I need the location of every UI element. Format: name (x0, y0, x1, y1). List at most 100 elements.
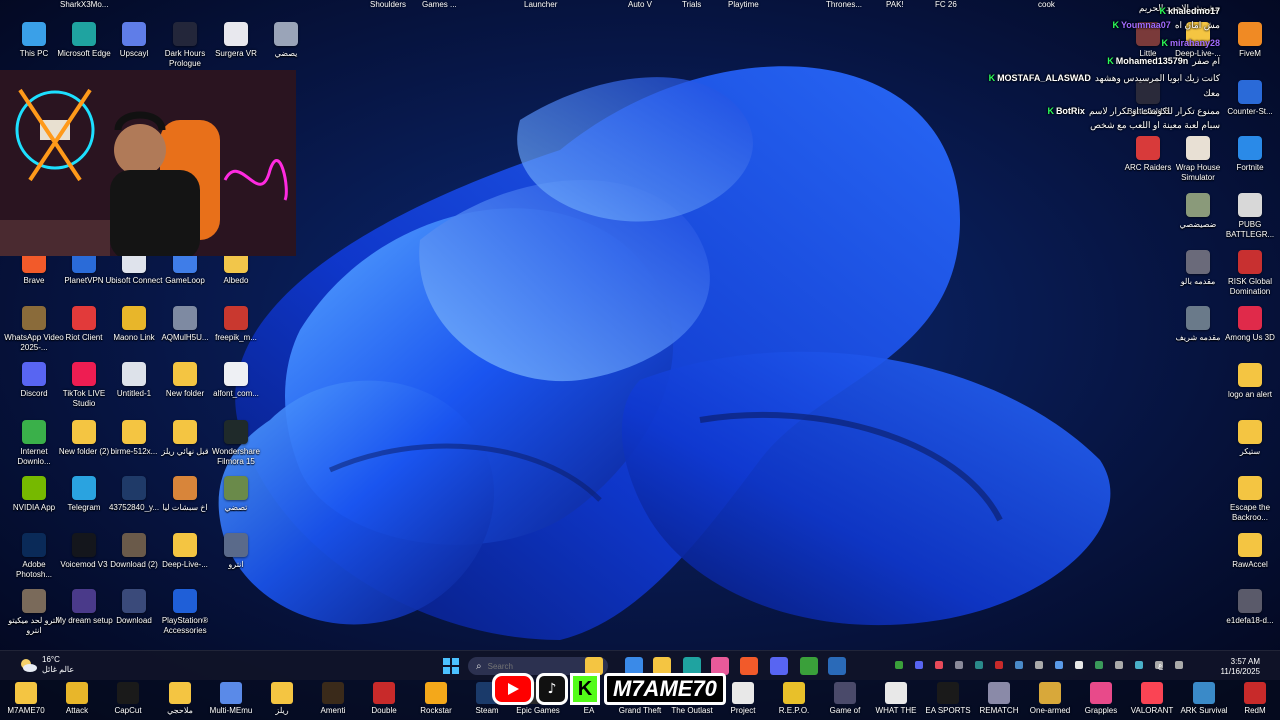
system-tray-icon[interactable] (1095, 661, 1103, 669)
desktop-shortcut[interactable]: PUBG BATTLEGR... (1222, 193, 1278, 240)
desktop-shortcut[interactable]: PlayStation® Accessories (157, 589, 213, 636)
desktop-shortcut[interactable]: Wondershare Filmora 15 (208, 420, 264, 467)
desktop-shortcut[interactable]: Dark Hours Prologue (157, 22, 213, 69)
bottom-shortcut-label: EA SPORTS (925, 706, 971, 715)
desktop-shortcut[interactable]: مقدمه بالو (1170, 250, 1226, 287)
desktop-shortcut[interactable]: 43752840_y... (106, 476, 162, 513)
desktop-shortcut[interactable]: Download (2) (106, 533, 162, 570)
system-tray-icon[interactable] (895, 661, 903, 669)
system-tray-icon[interactable] (1175, 661, 1183, 669)
bottom-shortcut[interactable]: R.E.P.O. (768, 682, 820, 715)
desktop-shortcut[interactable]: Fortnite (1222, 136, 1278, 173)
desktop-shortcut[interactable]: Counter-St... (1222, 80, 1278, 117)
desktop-shortcut[interactable]: Adobe Photosh... (6, 533, 62, 580)
desktop-icon-label[interactable]: SharkX3Mo... (60, 0, 108, 9)
system-clock[interactable]: 3:57 AM 11/16/2025 (1196, 657, 1260, 677)
desktop-icon-label[interactable]: cook (1038, 0, 1055, 9)
desktop-shortcut[interactable]: birme-512x... (106, 420, 162, 457)
windows-start-icon[interactable] (443, 658, 459, 674)
desktop-shortcut[interactable]: Untitled-1 (106, 362, 162, 399)
chat-text: ام صفر (1192, 56, 1220, 66)
desktop-shortcut-label: مقدمه بالو (1180, 277, 1216, 286)
bottom-shortcut[interactable]: CapCut (102, 682, 154, 715)
bottom-shortcut[interactable]: ملاحجي (154, 682, 206, 715)
weather-widget[interactable]: 16°C عالم غائل (18, 655, 74, 675)
system-tray-icon[interactable] (1075, 661, 1083, 669)
desktop-icon-label[interactable]: Shoulders (370, 0, 406, 9)
desktop-shortcut[interactable]: ستيكر (1222, 420, 1278, 457)
desktop-shortcut[interactable]: freepik_m... (208, 306, 264, 343)
fivem-icon (1238, 22, 1262, 46)
desktop-shortcut[interactable]: AQMulH5U... (157, 306, 213, 343)
brave-icon[interactable] (740, 657, 758, 675)
bottom-shortcut[interactable]: Multi-MEmu (205, 682, 257, 715)
bottom-shortcut[interactable]: VALORANT (1126, 682, 1178, 715)
streamer-webcam (0, 70, 296, 256)
bottom-shortcut[interactable]: Rockstar (410, 682, 462, 715)
desktop-shortcut[interactable]: logo an alert (1222, 363, 1278, 400)
desktop-shortcut[interactable]: RISK Global Domination (1222, 250, 1278, 297)
desktop-icon-label[interactable]: Playtime (728, 0, 759, 9)
system-tray-icon[interactable] (915, 661, 923, 669)
desktop-icon-label[interactable]: PAK! (886, 0, 904, 9)
system-tray-icon[interactable] (1055, 661, 1063, 669)
desktop-shortcut[interactable]: Upscayl (106, 22, 162, 59)
system-tray-icon[interactable] (955, 661, 963, 669)
desktop-shortcut[interactable]: Among Us 3D (1222, 306, 1278, 343)
desktop-icon-label[interactable]: FC 26 (935, 0, 957, 9)
image-file-icon (122, 589, 146, 613)
desktop-icon-label[interactable]: Trials (682, 0, 701, 9)
bottom-shortcut[interactable]: WHAT THE (870, 682, 922, 715)
bottom-shortcut[interactable]: Game of (819, 682, 871, 715)
bottom-shortcut[interactable]: Double (358, 682, 410, 715)
bottom-shortcut[interactable]: ARK Survival (1178, 682, 1230, 715)
bottom-shortcut[interactable]: REMATCH (973, 682, 1025, 715)
desktop-icon-label[interactable]: Games ... (422, 0, 457, 9)
desktop-shortcut[interactable]: alfont_com... (208, 362, 264, 399)
bottom-shortcut[interactable]: EA SPORTS (922, 682, 974, 715)
desktop-icon-label[interactable]: Launcher (524, 0, 557, 9)
system-tray-icon[interactable] (1115, 661, 1123, 669)
desktop-shortcut[interactable]: WhatsApp Video 2025-... (4, 306, 64, 353)
system-tray-icon[interactable] (995, 661, 1003, 669)
desktop-shortcut[interactable]: Escape the Backroo... (1222, 476, 1278, 523)
desktop-shortcut[interactable]: Wrap House Simulator (1170, 136, 1226, 183)
desktop-shortcut-label: تصضي (224, 503, 248, 512)
system-tray-icon[interactable] (1015, 661, 1023, 669)
desktop-shortcut[interactable]: RawAccel (1222, 533, 1278, 570)
desktop-shortcut[interactable]: يصضي (258, 22, 314, 59)
desktop-shortcut[interactable]: ضصيضصي (1170, 193, 1226, 230)
bottom-shortcut[interactable]: Attack (51, 682, 103, 715)
desktop-shortcut[interactable]: Maono Link (106, 306, 162, 343)
desktop-shortcut[interactable]: New folder (157, 362, 213, 399)
desktop-icon-label[interactable]: Auto V (628, 0, 652, 9)
bottom-shortcut[interactable]: Amenti (307, 682, 359, 715)
desktop-shortcut[interactable]: TikTok LIVE Studio (56, 362, 112, 409)
system-tray-icon[interactable] (935, 661, 943, 669)
bottom-shortcut[interactable]: RedM (1229, 682, 1280, 715)
desktop-shortcut[interactable]: انترو لحد ميكيتو انترو (6, 589, 62, 636)
system-tray-icon[interactable] (1035, 661, 1043, 669)
bottom-shortcut[interactable]: M7AME70 (0, 682, 52, 715)
xbox-icon[interactable] (800, 657, 818, 675)
desktop-shortcut[interactable]: تصضي (208, 476, 264, 513)
desktop-shortcut[interactable]: Internet Downlo... (6, 420, 62, 467)
system-tray-icon[interactable] (975, 661, 983, 669)
desktop-shortcut[interactable]: Download (106, 589, 162, 626)
steam-icon[interactable] (828, 657, 846, 675)
desktop-shortcut[interactable]: انترو (208, 533, 264, 570)
folder-image-icon (173, 476, 197, 500)
input-language-indicator[interactable]: ع (1158, 661, 1163, 670)
bottom-shortcut[interactable]: Grapples (1075, 682, 1127, 715)
desktop-shortcut[interactable]: FiveM (1222, 22, 1278, 59)
desktop-shortcut[interactable]: قبل نهائي ريلز (157, 420, 213, 457)
system-tray-icon[interactable] (1135, 661, 1143, 669)
desktop-shortcut[interactable]: e1defa18-d... (1222, 589, 1278, 626)
discord-icon[interactable] (770, 657, 788, 675)
desktop-shortcut[interactable]: اخ سبشات ليا (157, 476, 213, 513)
bottom-shortcut[interactable]: ريلز (256, 682, 308, 715)
desktop-icon-label[interactable]: Thrones... (826, 0, 862, 9)
desktop-shortcut[interactable]: Deep-Live-... (157, 533, 213, 570)
desktop-shortcut[interactable]: مقدمه شريف (1170, 306, 1226, 343)
bottom-shortcut[interactable]: One-armed (1024, 682, 1076, 715)
